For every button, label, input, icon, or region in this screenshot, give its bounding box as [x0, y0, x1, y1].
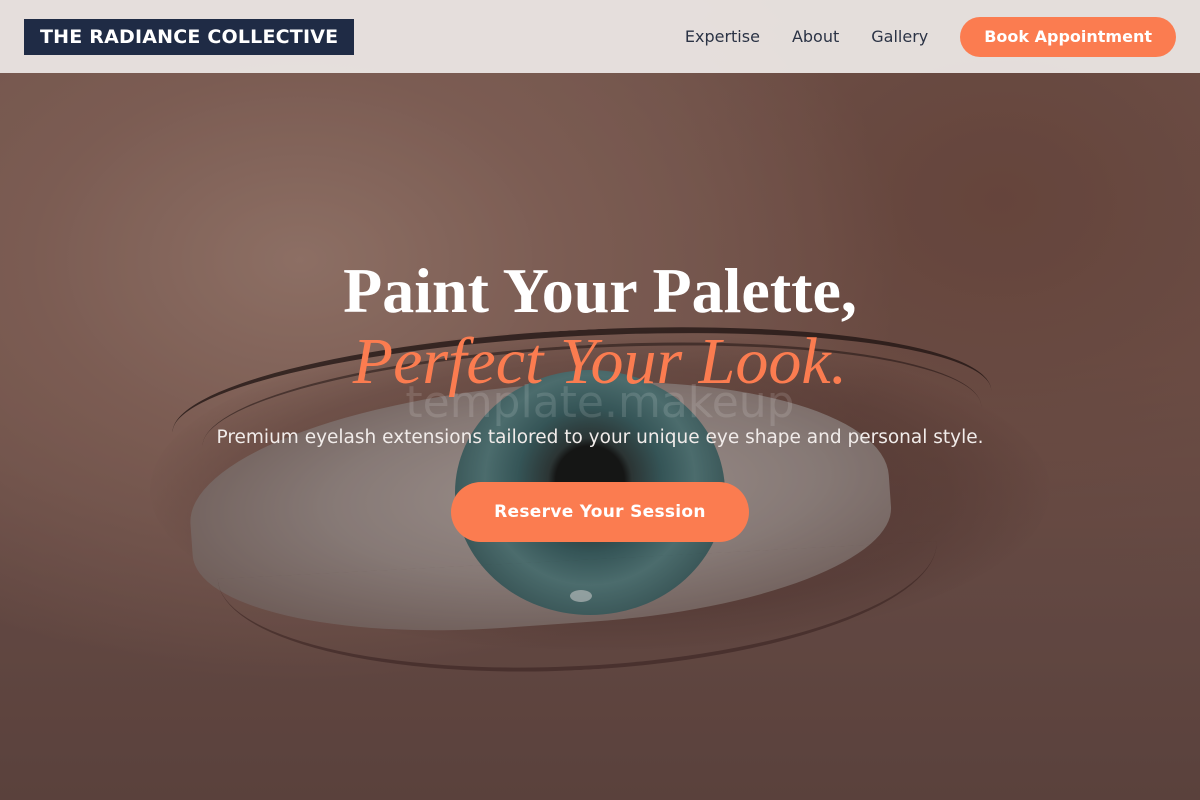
brand-logo[interactable]: THE RADIANCE COLLECTIVE	[24, 18, 355, 55]
site-header: THE RADIANCE COLLECTIVE Expertise About …	[0, 0, 1200, 73]
main-nav: Expertise About Gallery Book Appointment	[653, 16, 1176, 57]
hero-subtitle: Premium eyelash extensions tailored to y…	[216, 427, 984, 448]
hero-content: template.makeup Paint Your Palette, Perf…	[0, 255, 1200, 542]
nav-link-about[interactable]: About	[792, 27, 839, 46]
hero-headline-line2: Perfect Your Look.	[352, 325, 848, 398]
book-appointment-button[interactable]: Book Appointment	[960, 16, 1176, 57]
nav-link-expertise[interactable]: Expertise	[685, 27, 760, 46]
reserve-session-button[interactable]: Reserve Your Session	[451, 482, 749, 542]
hero-headline-line1: Paint Your Palette,	[343, 255, 857, 326]
nav-link-gallery[interactable]: Gallery	[871, 27, 928, 46]
